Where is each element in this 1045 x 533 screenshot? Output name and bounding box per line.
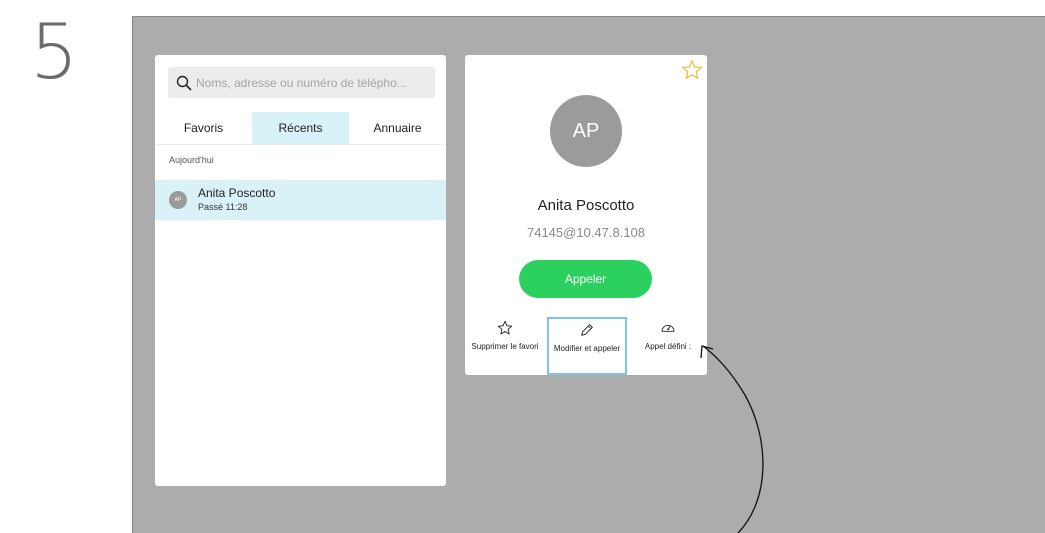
edit-and-call-button[interactable]: Modifier et appeler (547, 317, 627, 375)
contact-address: 74145@10.47.8.108 (526, 225, 646, 240)
page: 5 Favoris Récents Annuaire Aujourd'hui A… (0, 0, 1045, 533)
search-box[interactable] (168, 67, 435, 98)
search-input[interactable] (196, 75, 426, 90)
speedometer-icon (661, 324, 675, 332)
call-rate-button[interactable]: Appel défini : (629, 317, 707, 373)
search-icon (176, 75, 192, 90)
star-outline-icon (497, 320, 513, 335)
action-label: Appel défini : (644, 342, 692, 351)
action-label: Supprimer le favori (471, 342, 539, 351)
pencil-icon (581, 324, 593, 336)
contact-name: Anita Poscotto (537, 197, 635, 214)
tab-bar: Favoris Récents Annuaire (155, 112, 446, 145)
section-label-today: Aujourd'hui (169, 155, 214, 165)
list-item-detail: Passé 11:28 (198, 202, 248, 212)
list-item[interactable]: AP Anita Poscotto Passé 11:28 (155, 180, 446, 220)
step-number: 5 (30, 7, 79, 96)
remove-favorite-button[interactable]: Supprimer le favori (467, 317, 543, 373)
tab-favoris[interactable]: Favoris (155, 112, 252, 144)
avatar: AP (169, 191, 187, 209)
tab-recents[interactable]: Récents (252, 112, 349, 144)
contact-card: AP Anita Poscotto 74145@10.47.8.108 Appe… (465, 55, 707, 375)
contact-avatar: AP (550, 95, 622, 167)
contacts-list-panel: Favoris Récents Annuaire Aujourd'hui AP … (155, 55, 446, 486)
device-screen: Favoris Récents Annuaire Aujourd'hui AP … (132, 16, 1045, 533)
call-button[interactable]: Appeler (519, 260, 652, 298)
action-label: Modifier et appeler (553, 344, 621, 353)
favorite-star-icon[interactable] (681, 59, 703, 81)
tab-annuaire[interactable]: Annuaire (349, 112, 446, 144)
list-item-name: Anita Poscotto (198, 186, 276, 200)
